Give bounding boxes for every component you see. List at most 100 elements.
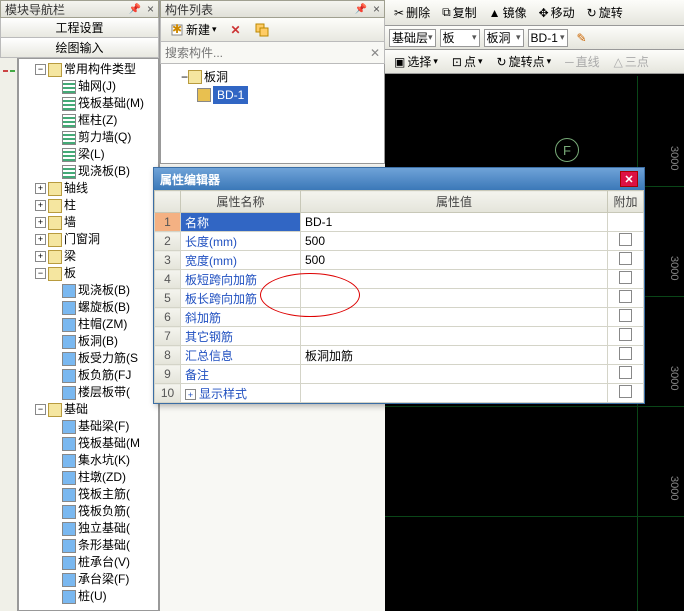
tree-item[interactable]: 桩(U) (78, 588, 107, 605)
prop-add[interactable] (608, 213, 644, 232)
search-clear-icon[interactable]: ✕ (370, 46, 380, 60)
expand-toggle[interactable]: + (35, 234, 46, 245)
checkbox[interactable] (619, 385, 632, 398)
prop-add[interactable] (608, 327, 644, 346)
tree-item[interactable]: 筏板主筋( (78, 486, 130, 503)
expand-toggle[interactable]: − (181, 68, 188, 86)
side-icon-1[interactable] (2, 64, 16, 78)
tree-item[interactable]: 框柱(Z) (78, 112, 117, 129)
prop-value[interactable] (301, 327, 608, 346)
tree-item[interactable]: 现浇板(B) (78, 163, 130, 180)
tool-复制[interactable]: ⧉复制 (437, 2, 482, 23)
prop-value[interactable]: 500 (301, 251, 608, 270)
pin-icon[interactable]: 📌 (355, 4, 367, 15)
tree-item[interactable]: 梁(L) (78, 146, 105, 163)
prop-add[interactable] (608, 384, 644, 403)
property-row[interactable]: 3宽度(mm)500 (155, 251, 644, 270)
component-tree[interactable]: −常用构件类型 轴网(J)筏板基础(M)框柱(Z)剪力墙(Q)梁(L)现浇板(B… (18, 58, 159, 611)
tool-选择[interactable]: ▣选择▾ (389, 51, 443, 72)
layer-select[interactable]: 板洞▾ (484, 29, 524, 47)
property-row[interactable]: 4板短跨向加筋 (155, 270, 644, 289)
checkbox[interactable] (619, 233, 632, 246)
tool-移动[interactable]: ✥移动 (534, 2, 580, 23)
tree-item[interactable]: 柱帽(ZM) (78, 316, 127, 333)
tree-item[interactable]: 基础梁(F) (78, 418, 129, 435)
prop-add[interactable] (608, 365, 644, 384)
tree-item[interactable]: 集水坑(K) (78, 452, 130, 469)
checkbox[interactable] (619, 366, 632, 379)
prop-value[interactable]: BD-1 (301, 213, 608, 232)
layer-select[interactable]: BD-1▾ (528, 29, 568, 47)
tool-镜像[interactable]: ▲镜像 (484, 2, 532, 23)
delete-button[interactable]: ✕ (226, 21, 246, 39)
tree-item[interactable]: 筏板基础(M) (78, 95, 144, 112)
close-icon[interactable]: × (373, 2, 380, 16)
prop-value[interactable] (301, 384, 608, 403)
tree-item[interactable]: 桩承台(V) (78, 554, 130, 571)
expand-toggle[interactable]: − (35, 404, 46, 415)
checkbox[interactable] (619, 271, 632, 284)
expand-toggle[interactable]: − (35, 268, 46, 279)
tree-item[interactable]: 板受力筋(S (78, 350, 138, 367)
checkbox[interactable] (619, 328, 632, 341)
property-row[interactable]: 9备注 (155, 365, 644, 384)
prop-add[interactable] (608, 251, 644, 270)
property-row[interactable]: 6斜加筋 (155, 308, 644, 327)
list-root[interactable]: 板洞 (204, 68, 228, 86)
dialog-titlebar[interactable]: 属性编辑器 ✕ (154, 168, 644, 190)
tool-旋转[interactable]: ↻旋转 (582, 2, 628, 23)
prop-value[interactable]: 板洞加筋 (301, 346, 608, 365)
list-item-selected[interactable]: BD-1 (213, 86, 248, 104)
expand-toggle[interactable]: + (35, 200, 46, 211)
prop-value[interactable] (301, 289, 608, 308)
tree-item[interactable]: 条形基础( (78, 537, 130, 554)
checkbox[interactable] (619, 290, 632, 303)
checkbox[interactable] (619, 252, 632, 265)
tree-item[interactable]: 独立基础( (78, 520, 130, 537)
prop-add[interactable] (608, 289, 644, 308)
tree-group[interactable]: 板 (64, 265, 76, 282)
close-icon[interactable]: × (147, 2, 154, 16)
tree-root[interactable]: 常用构件类型 (64, 61, 136, 78)
tool-extra[interactable]: ✎ (572, 29, 592, 47)
tree-item[interactable]: 承台梁(F) (78, 571, 129, 588)
component-list-tree[interactable]: −板洞 BD-1 (160, 64, 385, 164)
tree-item[interactable]: 筏板基础(M (78, 435, 140, 452)
tool-点[interactable]: ⊡点▾ (447, 51, 488, 72)
search-input[interactable] (165, 46, 370, 60)
tree-item[interactable]: 剪力墙(Q) (78, 129, 131, 146)
prop-value[interactable] (301, 308, 608, 327)
tree-item[interactable]: 楼层板带( (78, 384, 130, 401)
tree-group[interactable]: 墙 (64, 214, 76, 231)
prop-value[interactable] (301, 270, 608, 289)
tree-item[interactable]: 筏板负筋( (78, 503, 130, 520)
tree-item[interactable]: 板负筋(FJ (78, 367, 131, 384)
checkbox[interactable] (619, 309, 632, 322)
property-row[interactable]: 7其它钢筋 (155, 327, 644, 346)
layer-select[interactable]: 板▾ (440, 29, 480, 47)
prop-add[interactable] (608, 346, 644, 365)
tab-draw-input[interactable]: 绘图输入 (0, 38, 159, 58)
tree-item[interactable]: 板洞(B) (78, 333, 118, 350)
tool-旋转点[interactable]: ↻旋转点▾ (492, 51, 557, 72)
property-row[interactable]: 8汇总信息板洞加筋 (155, 346, 644, 365)
pin-icon[interactable]: 📌 (129, 4, 141, 15)
property-row[interactable]: 10+显示样式 (155, 384, 644, 403)
tree-group[interactable]: 门窗洞 (64, 231, 100, 248)
expand-toggle[interactable]: + (185, 389, 196, 400)
prop-add[interactable] (608, 270, 644, 289)
tree-group[interactable]: 轴线 (64, 180, 88, 197)
tree-group[interactable]: 梁 (64, 248, 76, 265)
tool-删除[interactable]: ✂删除 (389, 2, 435, 23)
expand-toggle[interactable]: − (35, 64, 46, 75)
dialog-close-button[interactable]: ✕ (620, 171, 638, 187)
tool-三点[interactable]: △三点 (609, 51, 654, 72)
checkbox[interactable] (619, 347, 632, 360)
tree-group[interactable]: 基础 (64, 401, 88, 418)
tree-item[interactable]: 柱墩(ZD) (78, 469, 126, 486)
tree-group[interactable]: 柱 (64, 197, 76, 214)
property-row[interactable]: 1名称BD-1 (155, 213, 644, 232)
expand-toggle[interactable]: + (35, 251, 46, 262)
prop-value[interactable]: 500 (301, 232, 608, 251)
tree-item[interactable]: 螺旋板(B) (78, 299, 130, 316)
